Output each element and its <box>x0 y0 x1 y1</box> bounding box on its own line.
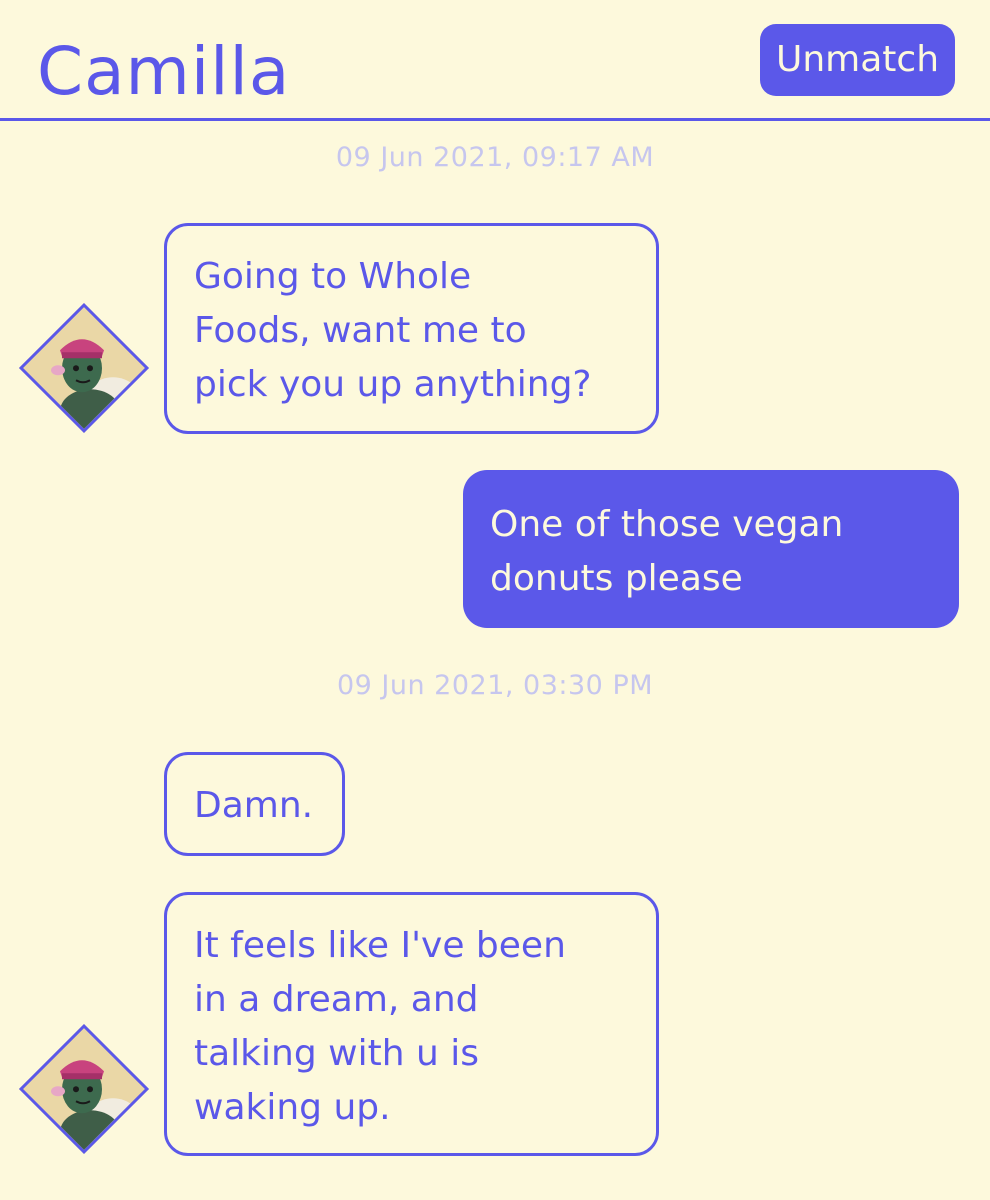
outgoing-message-bubble: One of those vegan donuts please <box>463 470 959 628</box>
character-avatar-icon <box>18 306 150 434</box>
camilla-avatar[interactable] <box>18 302 150 434</box>
incoming-message-bubble: It feels like I've been in a dream, and … <box>164 892 659 1156</box>
chat-header: Camilla Unmatch <box>0 0 990 121</box>
contact-name: Camilla <box>37 33 291 110</box>
character-avatar-icon <box>18 1027 150 1155</box>
unmatch-button[interactable]: Unmatch <box>760 24 955 96</box>
message-timestamp: 09 Jun 2021, 09:17 AM <box>335 142 655 173</box>
incoming-message-bubble: Damn. <box>164 752 345 856</box>
incoming-message-bubble: Going to Whole Foods, want me to pick yo… <box>164 223 659 434</box>
camilla-avatar[interactable] <box>18 1023 150 1155</box>
message-timestamp: 09 Jun 2021, 03:30 PM <box>336 670 654 701</box>
